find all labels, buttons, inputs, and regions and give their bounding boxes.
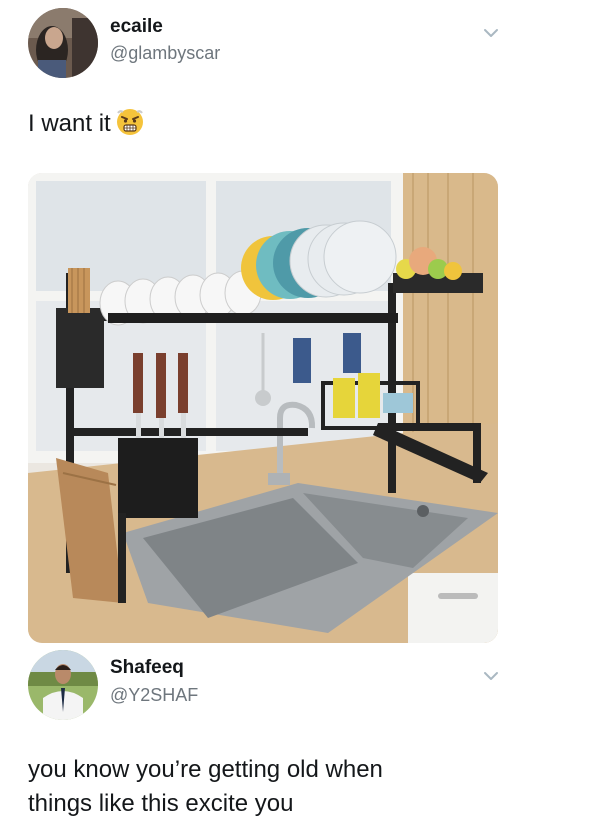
tweet-ecaile: ecaile @glambyscar I want it <box>0 0 600 645</box>
avatar-image <box>28 8 98 78</box>
chevron-down-icon[interactable] <box>478 20 504 46</box>
chevron-down-icon[interactable] <box>478 663 504 689</box>
user-handle[interactable]: @Y2SHAF <box>110 685 198 706</box>
tweet-shafeeq: Shafeeq @Y2SHAF you know you’re getting … <box>0 645 600 833</box>
angry-face-emoji-icon <box>115 107 145 137</box>
avatar-image <box>28 650 98 720</box>
tweet-text: you know you’re getting old when things … <box>28 753 383 821</box>
avatar[interactable] <box>28 650 98 720</box>
display-name[interactable]: ecaile <box>110 16 163 38</box>
avatar[interactable] <box>28 8 98 78</box>
user-handle[interactable]: @glambyscar <box>110 43 220 64</box>
display-name[interactable]: Shafeeq <box>110 657 184 679</box>
tweet-text: I want it <box>28 107 145 141</box>
tweet-text-line-1: you know you’re getting old when <box>28 756 383 783</box>
dish-rack-photo <box>28 173 498 643</box>
tweet-text-content: I want it <box>28 110 111 137</box>
tweet-media-image[interactable] <box>28 173 498 643</box>
tweet-text-line-2: things like this excite you <box>28 790 294 817</box>
